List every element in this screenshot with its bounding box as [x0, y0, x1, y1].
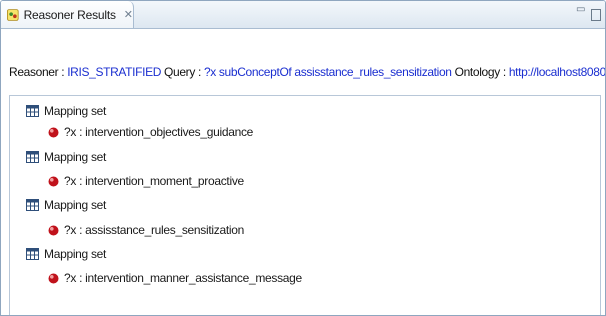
table-icon [26, 199, 39, 211]
individual-icon [48, 225, 59, 235]
table-icon [26, 105, 39, 117]
individual-icon [48, 127, 59, 137]
binding-label: ?x : intervention_moment_proactive [64, 174, 244, 188]
reasoner-icon [7, 8, 19, 21]
mapping-set-label: Mapping set [44, 198, 107, 212]
binding-label: ?x : intervention_objectives_guidance [64, 125, 254, 139]
table-icon [26, 248, 39, 260]
table-icon [26, 151, 39, 163]
ontology-label: Ontology : [454, 65, 507, 79]
mapping-set-label: Mapping set [44, 104, 107, 118]
individual-icon [48, 273, 59, 283]
mapping-set-node[interactable]: Mapping set [26, 245, 106, 263]
tab-reasoner-results[interactable]: Reasoner Results ✕ [1, 1, 134, 28]
binding-node[interactable]: ?x : intervention_manner_assistance_mess… [48, 269, 302, 287]
mapping-set-label: Mapping set [44, 247, 107, 261]
reasoner-value: IRIS_STRATIFIED [67, 65, 162, 79]
mapping-set-node[interactable]: Mapping set [26, 148, 106, 166]
individual-icon [48, 176, 59, 186]
minimize-icon[interactable]: ▭ [576, 4, 585, 15]
reasoner-results-view: Reasoner Results ✕ ▭ Reasoner : IRIS_STR… [0, 0, 606, 316]
query-summary: Reasoner : IRIS_STRATIFIED Query : ?x su… [9, 65, 606, 79]
view-tab-bar: Reasoner Results ✕ ▭ [1, 1, 605, 29]
query-value: ?x subConceptOf assisstance_rules_sensit… [203, 65, 452, 79]
close-icon[interactable]: ✕ [124, 8, 133, 21]
reasoner-label: Reasoner : [9, 65, 65, 79]
tab-title: Reasoner Results [23, 7, 116, 22]
mapping-set-node[interactable]: Mapping set [26, 102, 106, 120]
binding-label: ?x : assisstance_rules_sensitization [64, 223, 244, 237]
binding-node[interactable]: ?x : assisstance_rules_sensitization [48, 221, 244, 239]
mapping-set-node[interactable]: Mapping set [26, 196, 106, 214]
binding-node[interactable]: ?x : intervention_moment_proactive [48, 172, 244, 190]
ontology-value: http://localhost8080#PedagogicalN [508, 65, 606, 79]
results-tree[interactable]: Mapping set ?x : intervention_objectives… [9, 95, 601, 315]
binding-label: ?x : intervention_manner_assistance_mess… [64, 271, 302, 285]
query-label: Query : [164, 65, 201, 79]
binding-node[interactable]: ?x : intervention_objectives_guidance [48, 123, 253, 141]
mapping-set-label: Mapping set [44, 150, 107, 164]
maximize-icon[interactable] [591, 9, 601, 21]
